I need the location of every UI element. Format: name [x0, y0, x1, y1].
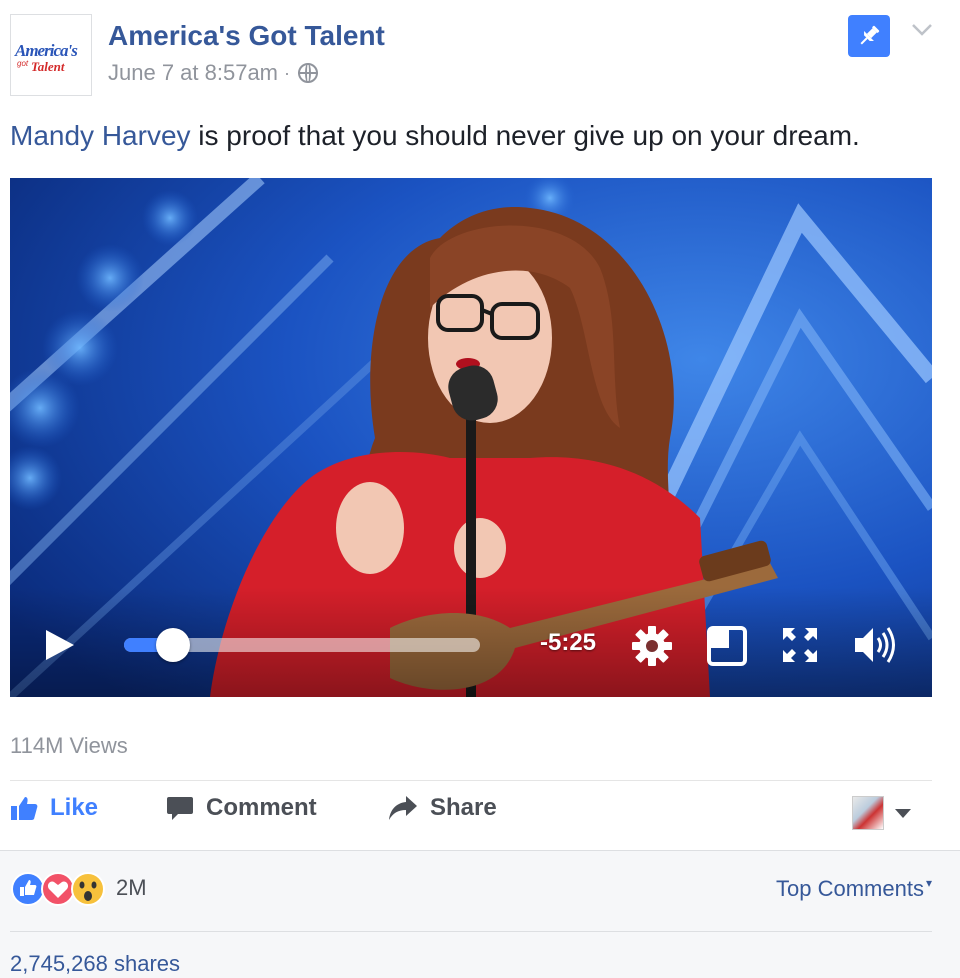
caret-down-icon — [895, 809, 911, 818]
comment-sort-label: Top Comments — [776, 876, 924, 901]
comment-sort-dropdown[interactable]: Top Comments ▾ — [776, 876, 932, 902]
caret-down-icon: ▾ — [925, 876, 932, 890]
viewer-selector[interactable] — [852, 796, 912, 830]
pin-icon — [860, 25, 880, 45]
share-button[interactable]: Share — [388, 794, 497, 822]
page-name-link[interactable]: America's Got Talent — [108, 20, 385, 52]
reactions-section: 2M Top Comments ▾ 2,745,268 shares — [0, 850, 960, 978]
like-reaction-icon — [11, 872, 45, 906]
post-timestamp[interactable]: June 7 at 8:57am — [108, 60, 278, 86]
chevron-down-icon[interactable] — [908, 15, 936, 43]
post-meta: June 7 at 8:57am · — [108, 60, 319, 86]
page-avatar[interactable]: America's got Talent — [10, 14, 92, 96]
video-player[interactable]: -5:25 — [10, 178, 932, 697]
avatar-logo-line1: America's — [15, 41, 78, 60]
meta-separator: · — [284, 62, 291, 83]
pin-button[interactable] — [848, 15, 890, 57]
post-card: America's got Talent America's Got Talen… — [0, 0, 960, 978]
divider — [10, 780, 932, 781]
mention-link[interactable]: Mandy Harvey — [10, 120, 191, 151]
comment-button[interactable]: Comment — [166, 794, 317, 822]
view-count: 114M Views — [10, 733, 128, 758]
avatar-logo-got: got — [17, 59, 29, 68]
action-bar: Like Comment Share — [10, 790, 932, 834]
time-remaining: -5:25 — [540, 629, 597, 656]
share-count[interactable]: 2,745,268 shares — [10, 951, 180, 977]
post-message: Mandy Harvey is proof that you should ne… — [10, 120, 860, 152]
picture-in-picture-icon[interactable] — [707, 626, 747, 666]
thumbs-up-icon — [11, 797, 38, 820]
volume-icon[interactable] — [853, 624, 899, 666]
love-reaction-icon — [41, 872, 75, 906]
fullscreen-icon[interactable] — [781, 626, 819, 664]
globe-icon[interactable] — [298, 63, 319, 83]
message-text: is proof that you should never give up o… — [190, 120, 860, 151]
gear-icon[interactable] — [630, 624, 674, 668]
divider — [10, 931, 932, 932]
wow-reaction-icon — [71, 872, 105, 906]
seek-handle[interactable] — [156, 628, 191, 662]
share-icon — [389, 796, 417, 820]
viewer-avatar — [852, 796, 884, 830]
like-label: Like — [50, 794, 99, 821]
share-label: Share — [430, 794, 497, 821]
play-icon[interactable] — [44, 628, 76, 662]
like-button[interactable]: Like — [10, 794, 98, 822]
avatar-logo-line2: Talent — [31, 59, 65, 74]
comment-label: Comment — [206, 794, 317, 821]
comment-icon — [167, 797, 193, 820]
reaction-icons[interactable] — [10, 871, 110, 907]
reaction-count[interactable]: 2M — [116, 875, 147, 901]
